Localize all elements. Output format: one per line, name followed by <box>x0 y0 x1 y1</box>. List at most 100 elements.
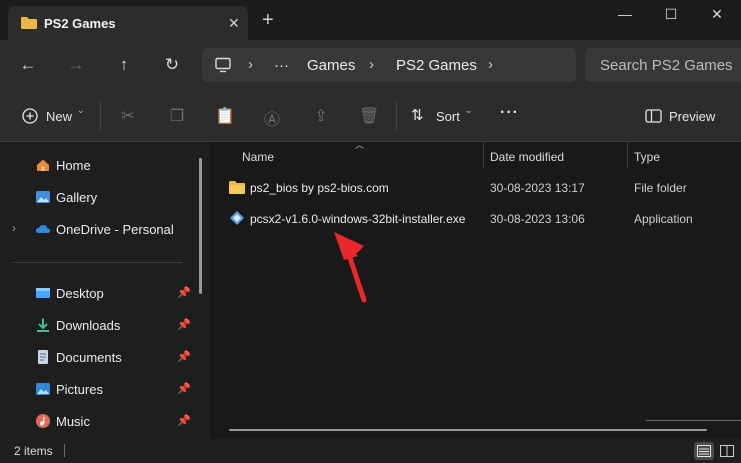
column-header-name[interactable]: Name <box>242 150 274 164</box>
breadcrumb-ps2-games[interactable]: PS2 Games <box>396 57 477 74</box>
column-header-type[interactable]: Type <box>634 150 660 164</box>
status-bar: 2 items <box>0 438 741 463</box>
minimize-button[interactable]: — <box>602 6 648 28</box>
file-name: pcsx2-v1.6.0-windows-32bit-installer.exe <box>250 212 466 226</box>
paste-icon[interactable]: 📋 <box>215 106 235 126</box>
address-bar[interactable]: › ··· Games › PS2 Games › <box>202 48 576 82</box>
tab-ps2-games[interactable]: PS2 Games ✕ <box>8 6 248 40</box>
toolbar-divider <box>100 102 101 130</box>
up-icon[interactable]: ↑ <box>113 55 135 77</box>
installer-icon <box>230 211 244 225</box>
chevron-right-icon[interactable]: › <box>369 56 374 73</box>
plus-circle-icon <box>22 108 38 124</box>
forward-icon[interactable]: → <box>65 55 87 77</box>
copy-icon[interactable]: ❐ <box>167 106 187 126</box>
pin-icon[interactable]: 📌 <box>177 350 191 363</box>
file-date: 30-08-2023 13:17 <box>490 181 585 195</box>
folder-icon <box>229 181 245 194</box>
column-divider[interactable] <box>627 142 628 168</box>
tiles-view-button[interactable] <box>717 442 737 460</box>
navigation-pane: Home Gallery › OneDrive - Personal Deskt… <box>0 142 210 438</box>
breadcrumb-more[interactable]: ··· <box>274 57 289 74</box>
delete-icon[interactable]: 🗑 <box>359 106 379 126</box>
toolbar-divider <box>396 102 397 130</box>
search-input[interactable]: Search PS2 Games <box>585 48 741 82</box>
sidebar-item-label: Music <box>56 414 90 429</box>
pictures-icon <box>36 383 50 395</box>
maximize-button[interactable]: ☐ <box>648 6 694 28</box>
download-icon <box>37 318 49 332</box>
file-date: 30-08-2023 13:06 <box>490 212 585 226</box>
column-header-date[interactable]: Date modified <box>490 150 564 164</box>
sidebar-item-documents[interactable]: Documents 📌 <box>0 342 200 372</box>
gallery-icon <box>36 191 50 203</box>
sidebar-item-onedrive[interactable]: › OneDrive - Personal <box>0 214 200 244</box>
new-label: New <box>46 109 73 124</box>
file-type: Application <box>634 212 693 226</box>
home-icon <box>37 159 49 171</box>
sort-icon: ⇅ <box>411 107 424 124</box>
sidebar-item-gallery[interactable]: Gallery <box>0 182 200 212</box>
table-row[interactable]: ps2_bios by ps2-bios.com 30-08-2023 13:1… <box>224 172 736 202</box>
pin-icon[interactable]: 📌 <box>177 382 191 395</box>
back-icon[interactable]: ← <box>17 55 39 77</box>
cloud-icon <box>36 225 50 233</box>
music-icon <box>36 414 50 428</box>
sidebar-item-label: Documents <box>56 350 122 365</box>
command-bar: New ⌄ ✂ ❐ 📋 Ⓐ ⇪ 🗑 ⇅ Sort ⌄ ··· Preview <box>0 90 741 142</box>
new-button[interactable]: New ⌄ <box>18 90 90 142</box>
tiles-view-icon <box>720 445 734 457</box>
close-window-button[interactable]: ✕ <box>694 6 740 28</box>
title-bar: PS2 Games ✕ + — ☐ ✕ <box>0 0 741 40</box>
sort-button[interactable]: ⇅ Sort ⌄ <box>408 90 478 142</box>
status-divider <box>64 444 65 457</box>
preview-pane-icon <box>645 109 662 123</box>
table-row[interactable]: pcsx2-v1.6.0-windows-32bit-installer.exe… <box>224 203 736 233</box>
details-view-button[interactable] <box>694 442 714 460</box>
preview-label: Preview <box>669 109 716 124</box>
desktop-icon <box>36 288 50 298</box>
chevron-down-icon: ⌄ <box>465 105 473 115</box>
chevron-right-icon[interactable]: › <box>248 56 253 73</box>
details-view-icon <box>697 445 711 457</box>
scroll-track-line <box>646 420 741 421</box>
sidebar-item-label: OneDrive - Personal <box>56 222 174 237</box>
pin-icon[interactable]: 📌 <box>177 286 191 299</box>
rename-icon[interactable]: Ⓐ <box>262 106 282 129</box>
address-row: ← → ↑ ↻ › ··· Games › PS2 Games › Search… <box>0 40 741 90</box>
cut-icon[interactable]: ✂ <box>118 106 138 126</box>
sidebar-item-downloads[interactable]: Downloads 📌 <box>0 310 200 340</box>
more-options-button[interactable]: ··· <box>500 104 519 122</box>
pin-icon[interactable]: 📌 <box>177 414 191 427</box>
file-list: ︿ Name Date modified Type ps2_bios by ps… <box>210 140 741 438</box>
tab-close-icon[interactable]: ✕ <box>228 15 240 32</box>
sort-label: Sort <box>436 109 460 124</box>
documents-icon <box>38 350 48 364</box>
item-count: 2 items <box>14 444 53 458</box>
chevron-down-icon: ⌄ <box>77 105 85 115</box>
chevron-right-icon[interactable]: › <box>12 221 16 235</box>
column-divider[interactable] <box>483 142 484 168</box>
sidebar-item-music[interactable]: Music 📌 <box>0 406 200 436</box>
sidebar-item-label: Desktop <box>56 286 104 301</box>
pin-icon[interactable]: 📌 <box>177 318 191 331</box>
refresh-icon[interactable]: ↻ <box>161 55 183 77</box>
sidebar-divider <box>12 262 182 263</box>
file-name: ps2_bios by ps2-bios.com <box>250 181 389 195</box>
sort-ascending-icon: ︿ <box>355 140 365 150</box>
sidebar-item-home[interactable]: Home <box>0 150 200 180</box>
folder-icon <box>21 17 37 29</box>
new-tab-button[interactable]: + <box>262 10 274 30</box>
sidebar-item-desktop[interactable]: Desktop 📌 <box>0 278 200 308</box>
file-type: File folder <box>634 181 687 195</box>
sidebar-item-pictures[interactable]: Pictures 📌 <box>0 374 200 404</box>
this-pc-icon <box>215 57 231 73</box>
share-icon[interactable]: ⇪ <box>311 106 331 126</box>
horizontal-scrollbar[interactable] <box>229 429 707 431</box>
chevron-right-icon[interactable]: › <box>488 56 493 73</box>
sidebar-scrollbar[interactable] <box>199 158 202 294</box>
breadcrumb-games[interactable]: Games <box>307 57 355 74</box>
sidebar-item-label: Gallery <box>56 190 98 205</box>
sidebar-item-label: Pictures <box>56 382 103 397</box>
preview-button[interactable]: Preview <box>640 90 730 142</box>
